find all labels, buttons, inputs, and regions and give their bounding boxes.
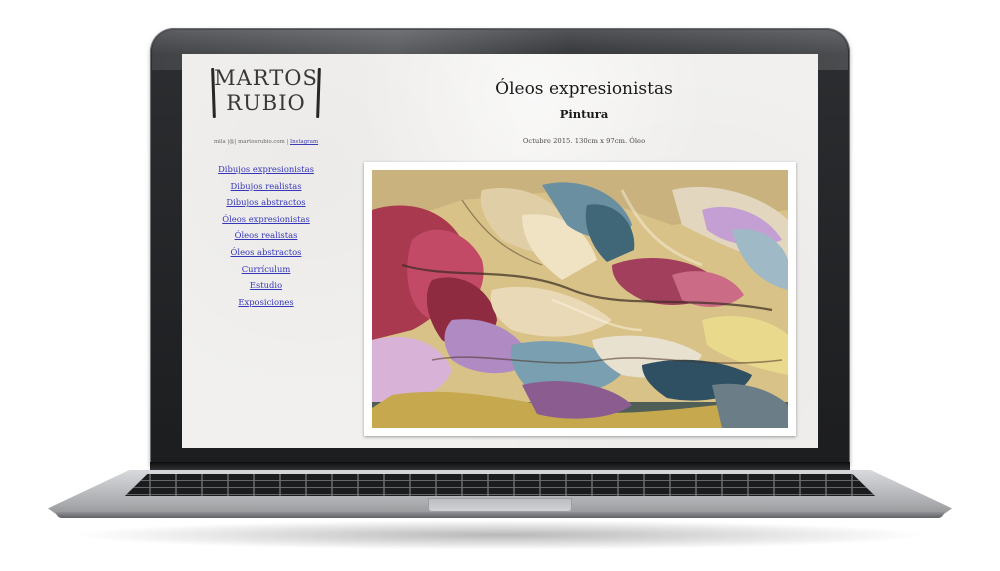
nav-link-dibujos-realistas[interactable]: Dibujos realistas bbox=[230, 181, 301, 191]
painting-svg bbox=[372, 170, 788, 428]
nav-link-estudio[interactable]: Estudio bbox=[250, 280, 282, 290]
nav-link-exposiciones[interactable]: Exposiciones bbox=[238, 297, 293, 307]
logo-line-1: MARTOS bbox=[214, 66, 318, 90]
artwork-frame[interactable] bbox=[364, 162, 796, 436]
contact-line: mila |@| martosrubio.com | Instagram bbox=[182, 139, 350, 145]
contact-text: mila |@| martosrubio.com | bbox=[213, 139, 290, 145]
keyboard-key-rows bbox=[125, 474, 875, 496]
nav-link-oleos-expresionistas[interactable]: Óleos expresionistas bbox=[222, 214, 310, 224]
logo-line-2: RUBIO bbox=[226, 91, 306, 115]
nav-menu: Dibujos expresionistas Dibujos realistas… bbox=[182, 159, 350, 308]
site-logo[interactable]: MARTOS RUBIO bbox=[210, 66, 322, 124]
laptop-base-lip bbox=[56, 512, 944, 518]
nav-link-dibujos-abstractos[interactable]: Dibujos abstractos bbox=[226, 197, 305, 207]
artwork-image[interactable] bbox=[372, 170, 788, 428]
laptop-trackpad-notch bbox=[428, 498, 572, 512]
main-content: Óleos expresionistas Pintura Octubre 201… bbox=[350, 54, 818, 448]
nav-link-curriculum[interactable]: Currículum bbox=[242, 264, 291, 274]
laptop-shadow bbox=[70, 520, 930, 550]
laptop-screen: MARTOS RUBIO mila |@| martosrubio.com | … bbox=[182, 54, 818, 448]
sidebar: MARTOS RUBIO mila |@| martosrubio.com | … bbox=[182, 54, 350, 448]
nav-link-dibujos-expresionistas[interactable]: Dibujos expresionistas bbox=[218, 164, 314, 174]
nav-link-oleos-abstractos[interactable]: Óleos abstractos bbox=[231, 247, 302, 257]
artwork-caption: Octubre 2015. 130cm x 97cm. Óleo bbox=[522, 137, 646, 145]
page-title: Óleos expresionistas bbox=[495, 79, 673, 99]
instagram-link[interactable]: Instagram bbox=[290, 139, 318, 145]
nav-link-oleos-realistas[interactable]: Óleos realistas bbox=[235, 230, 298, 240]
page-subtitle: Pintura bbox=[559, 107, 609, 121]
